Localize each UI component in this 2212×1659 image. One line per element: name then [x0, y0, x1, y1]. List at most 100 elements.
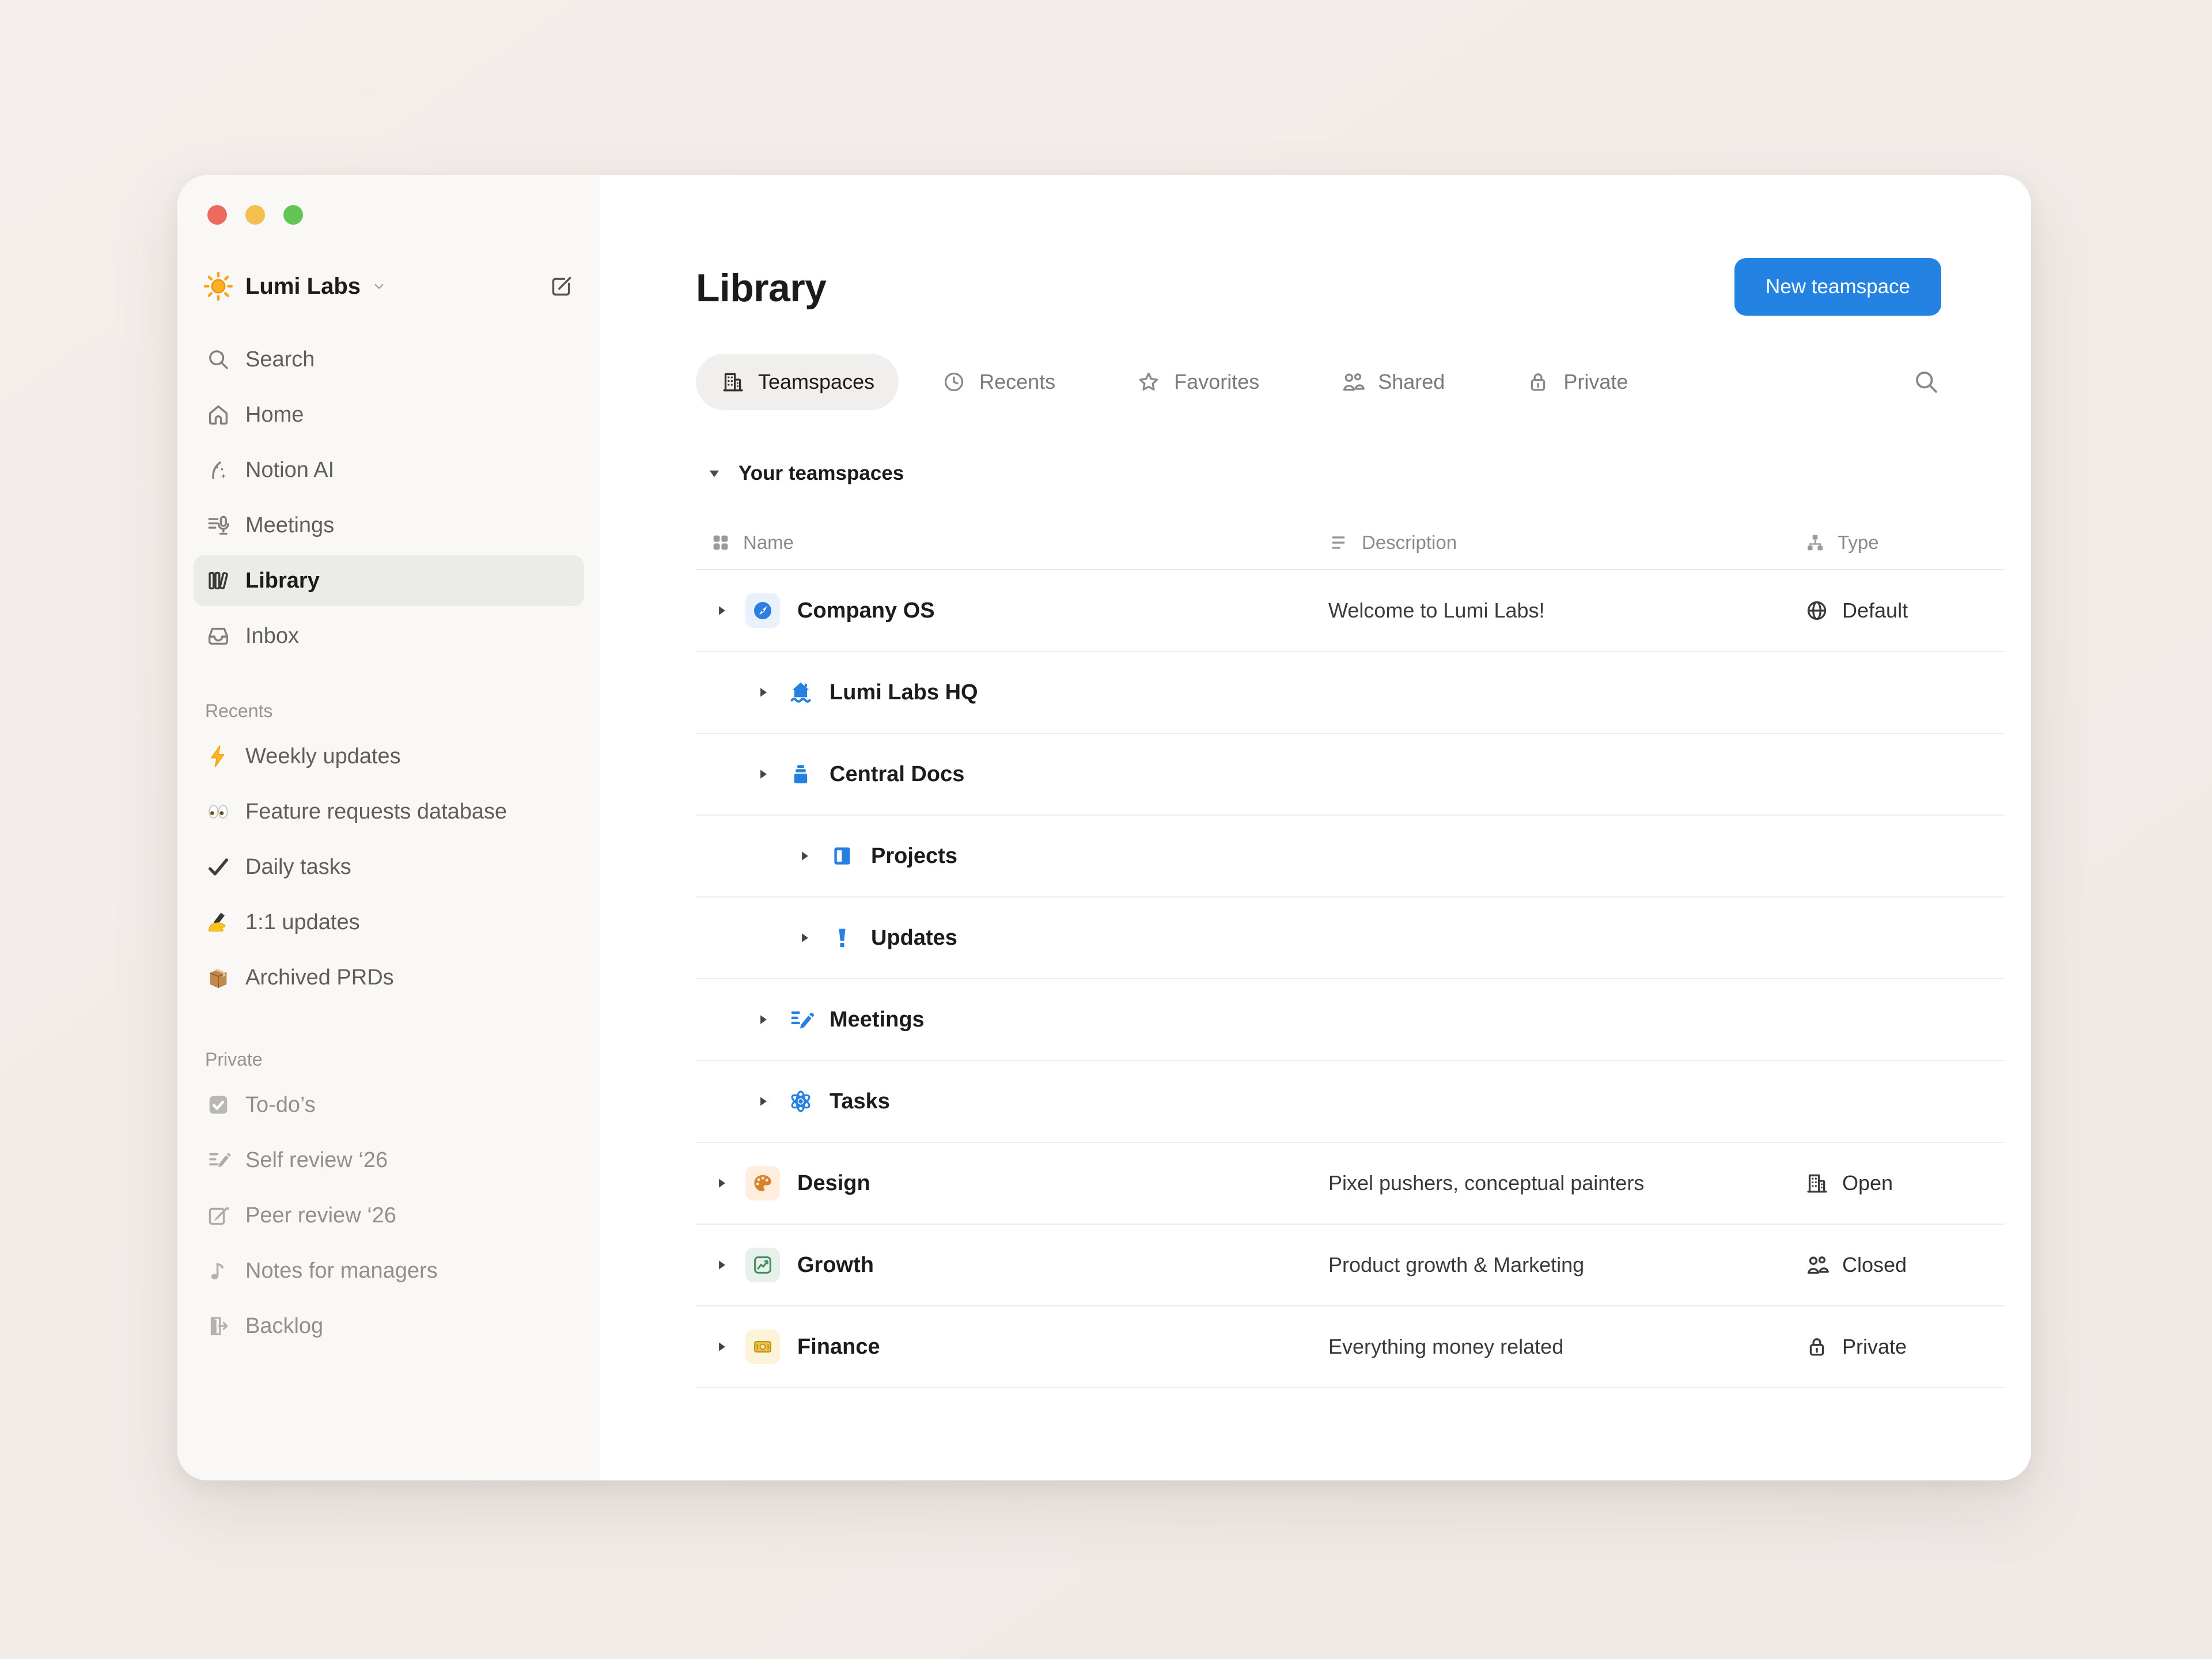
column-label: Description [1362, 532, 1457, 554]
expand-triangle-icon[interactable] [756, 1012, 771, 1027]
main-panel: Library New teamspace TeamspacesRecentsF… [600, 175, 2031, 1480]
search-icon [1911, 367, 1941, 397]
teamspace-icon-tile [745, 1330, 780, 1364]
teamspace-row-finance[interactable]: FinanceEverything money relatedPrivate [696, 1306, 2005, 1388]
sidebar-sections: Recents Weekly updates Feature requests da… [194, 666, 584, 1356]
teamspaces-section-toggle[interactable]: Your teamspaces [696, 461, 2031, 486]
expand-triangle-icon[interactable] [714, 1176, 729, 1191]
expand-triangle-icon[interactable] [797, 930, 812, 945]
bolt-icon [205, 743, 232, 770]
sidebar-item-1-1-updates[interactable]: 1:1 updates [194, 897, 584, 948]
people-icon [1340, 369, 1365, 395]
hierarchy-icon [1804, 532, 1826, 554]
teamspace-row-design[interactable]: DesignPixel pushers, conceptual painters… [696, 1143, 2005, 1225]
tab-shared[interactable]: Shared [1316, 354, 1469, 410]
sidebar-item-peer-review-26[interactable]: Peer review ‘26 [194, 1190, 584, 1241]
column-header-type[interactable]: Type [1804, 532, 2005, 554]
teamspace-row-growth[interactable]: GrowthProduct growth & MarketingClosed [696, 1225, 2005, 1306]
sidebar-item-inbox[interactable]: Inbox [194, 611, 584, 661]
teamspace-icon-holder [787, 1006, 815, 1033]
lock-icon [1804, 1334, 1830, 1359]
teamspace-name: Finance [797, 1335, 880, 1359]
sidebar-item-archived-prds[interactable]: Archived PRDs [194, 952, 584, 1003]
sidebar: Lumi Labs Search Home Notion AI MeetingsLib… [177, 175, 600, 1480]
teamspace-icon-holder [787, 760, 815, 788]
expand-triangle-icon[interactable] [714, 1257, 729, 1272]
sidebar-item-search[interactable]: Search [194, 334, 584, 385]
notion-ai-icon [205, 457, 232, 483]
globe-icon [1804, 598, 1830, 623]
sidebar-item-library[interactable]: Library [194, 555, 584, 606]
sidebar-item-label: Feature requests database [245, 800, 507, 824]
table-search-button[interactable] [1911, 367, 1941, 397]
expand-triangle-icon[interactable] [797, 849, 812, 863]
check-icon [205, 854, 232, 880]
sidebar-item-label: Archived PRDs [245, 965, 394, 990]
type-label: Closed [1842, 1253, 1907, 1277]
teamspace-type: Open [1804, 1171, 2005, 1196]
grid-icon [710, 532, 732, 554]
star-icon [1136, 369, 1161, 395]
tab-private[interactable]: Private [1501, 354, 1652, 410]
teamspace-row-projects[interactable]: Projects [696, 816, 2005, 897]
workspace-switcher[interactable]: Lumi Labs [194, 266, 584, 306]
teamspace-row-updates[interactable]: Updates [696, 897, 2005, 979]
palette-icon [751, 1172, 774, 1195]
section-title: Your teamspaces [738, 462, 904, 485]
teamspace-row-tasks[interactable]: Tasks [696, 1061, 2005, 1143]
door-icon [205, 1313, 232, 1339]
library-books-icon [205, 567, 232, 594]
teamspace-icon-tile [745, 593, 780, 628]
sidebar-item-feature-requests-database[interactable]: Feature requests database [194, 786, 584, 837]
sidebar-item-notion-ai[interactable]: Notion AI [194, 445, 584, 495]
tab-favorites[interactable]: Favorites [1112, 354, 1283, 410]
sidebar-item-to-do-s[interactable]: To-do’s [194, 1080, 584, 1130]
tab-recents[interactable]: Recents [917, 354, 1080, 410]
sidebar-item-label: Home [245, 403, 304, 427]
sidebar-item-label: Weekly updates [245, 744, 401, 769]
expand-triangle-icon[interactable] [714, 603, 729, 618]
chevron-down-icon [371, 278, 387, 294]
tab-label: Private [1563, 370, 1628, 394]
close-window-button[interactable] [207, 205, 227, 225]
todo-icon [205, 1092, 232, 1118]
teamspace-row-central-docs[interactable]: Central Docs [696, 734, 2005, 816]
expand-triangle-icon[interactable] [714, 1339, 729, 1354]
eyes-icon [205, 798, 232, 825]
people-icon [1804, 1252, 1830, 1278]
sidebar-section-label-recents: Recents [205, 700, 584, 722]
expand-triangle-icon[interactable] [756, 767, 771, 782]
sidebar-item-notes-for-managers[interactable]: Notes for managers [194, 1245, 584, 1296]
exclaim-icon [828, 924, 856, 952]
minimize-window-button[interactable] [245, 205, 265, 225]
lock-icon [1525, 369, 1551, 395]
teamspace-row-company-os[interactable]: Company OSWelcome to Lumi Labs!Default [696, 570, 2005, 652]
teamspace-name: Meetings [830, 1007, 925, 1032]
sidebar-item-weekly-updates[interactable]: Weekly updates [194, 731, 584, 782]
sidebar-item-meetings[interactable]: Meetings [194, 500, 584, 551]
music-icon [205, 1257, 232, 1284]
type-label: Open [1842, 1171, 1893, 1195]
name-cell: Updates [696, 924, 1328, 952]
column-label: Type [1838, 532, 1879, 554]
sidebar-item-label: Notion AI [245, 458, 334, 483]
tab-teamspaces[interactable]: Teamspaces [696, 354, 899, 410]
sidebar-item-backlog[interactable]: Backlog [194, 1301, 584, 1351]
name-cell: Projects [696, 842, 1328, 870]
sidebar-item-home[interactable]: Home [194, 389, 584, 440]
name-cell: Meetings [696, 1006, 1328, 1033]
expand-triangle-icon[interactable] [756, 1094, 771, 1109]
teamspace-row-meetings[interactable]: Meetings [696, 979, 2005, 1061]
teamspace-row-lumi-labs-hq[interactable]: Lumi Labs HQ [696, 652, 2005, 734]
sidebar-item-self-review-26[interactable]: Self review ‘26 [194, 1135, 584, 1185]
zoom-window-button[interactable] [283, 205, 303, 225]
expand-triangle-icon[interactable] [756, 685, 771, 700]
sidebar-item-daily-tasks[interactable]: Daily tasks [194, 842, 584, 892]
column-header-description[interactable]: Description [1328, 532, 1804, 554]
teamspace-name: Growth [797, 1253, 874, 1278]
tab-label: Shared [1378, 370, 1445, 394]
column-header-name[interactable]: Name [696, 532, 1328, 554]
compose-icon[interactable] [548, 273, 575, 300]
new-teamspace-button[interactable]: New teamspace [1734, 258, 1941, 316]
sidebar-section-label-private: Private [205, 1049, 584, 1070]
